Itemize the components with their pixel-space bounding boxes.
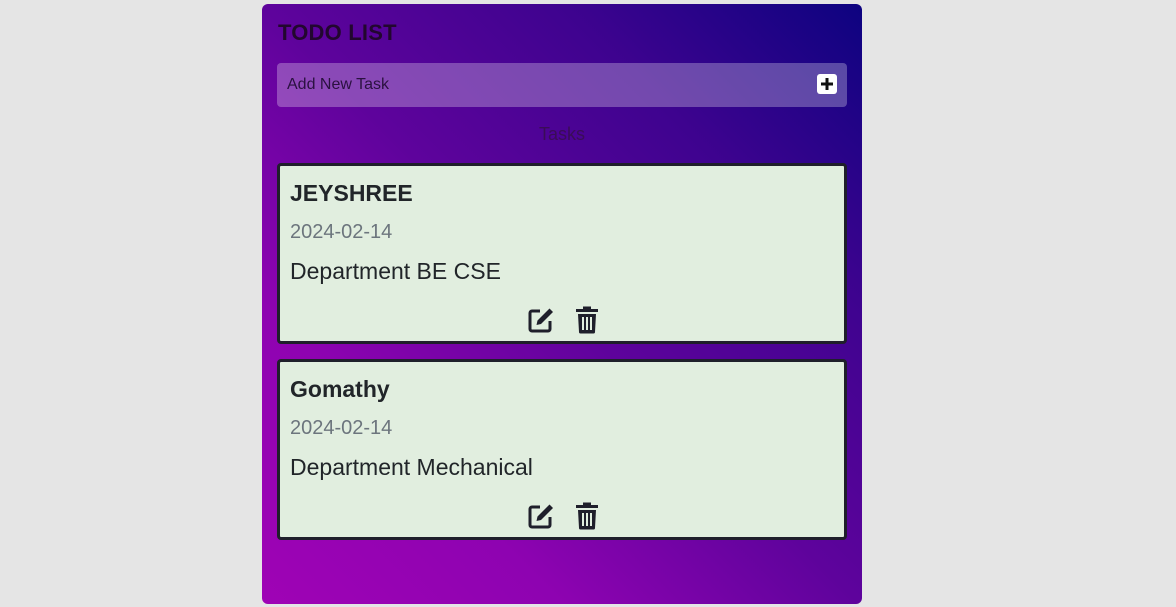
trash-icon <box>576 502 598 530</box>
add-task-bar <box>277 63 847 107</box>
task-card: JEYSHREE 2024-02-14 Department BE CSE <box>277 163 847 344</box>
plus-icon <box>821 78 833 90</box>
delete-task-button[interactable] <box>573 502 601 530</box>
task-date: 2024-02-14 <box>290 221 393 243</box>
add-task-button[interactable] <box>817 74 837 94</box>
tasks-heading: Tasks <box>538 124 585 144</box>
edit-icon <box>528 504 553 529</box>
todo-app-panel: TODO LIST Tasks JEYSHREE 2024-02-14 Depa… <box>262 4 862 604</box>
edit-task-button[interactable] <box>527 306 555 334</box>
edit-icon <box>528 308 553 333</box>
task-description: Department Mechanical <box>290 454 533 480</box>
app-title: TODO LIST <box>278 20 397 45</box>
task-card: Gomathy 2024-02-14 Department Mechanical <box>277 359 847 540</box>
trash-icon <box>576 306 598 334</box>
task-date: 2024-02-14 <box>290 417 393 439</box>
edit-task-button[interactable] <box>527 502 555 530</box>
task-list: JEYSHREE 2024-02-14 Department BE CSE Go… <box>277 163 847 555</box>
delete-task-button[interactable] <box>573 306 601 334</box>
add-task-input[interactable] <box>277 63 797 107</box>
task-name: Gomathy <box>290 376 390 402</box>
task-name: JEYSHREE <box>290 180 413 206</box>
task-description: Department BE CSE <box>290 258 501 284</box>
